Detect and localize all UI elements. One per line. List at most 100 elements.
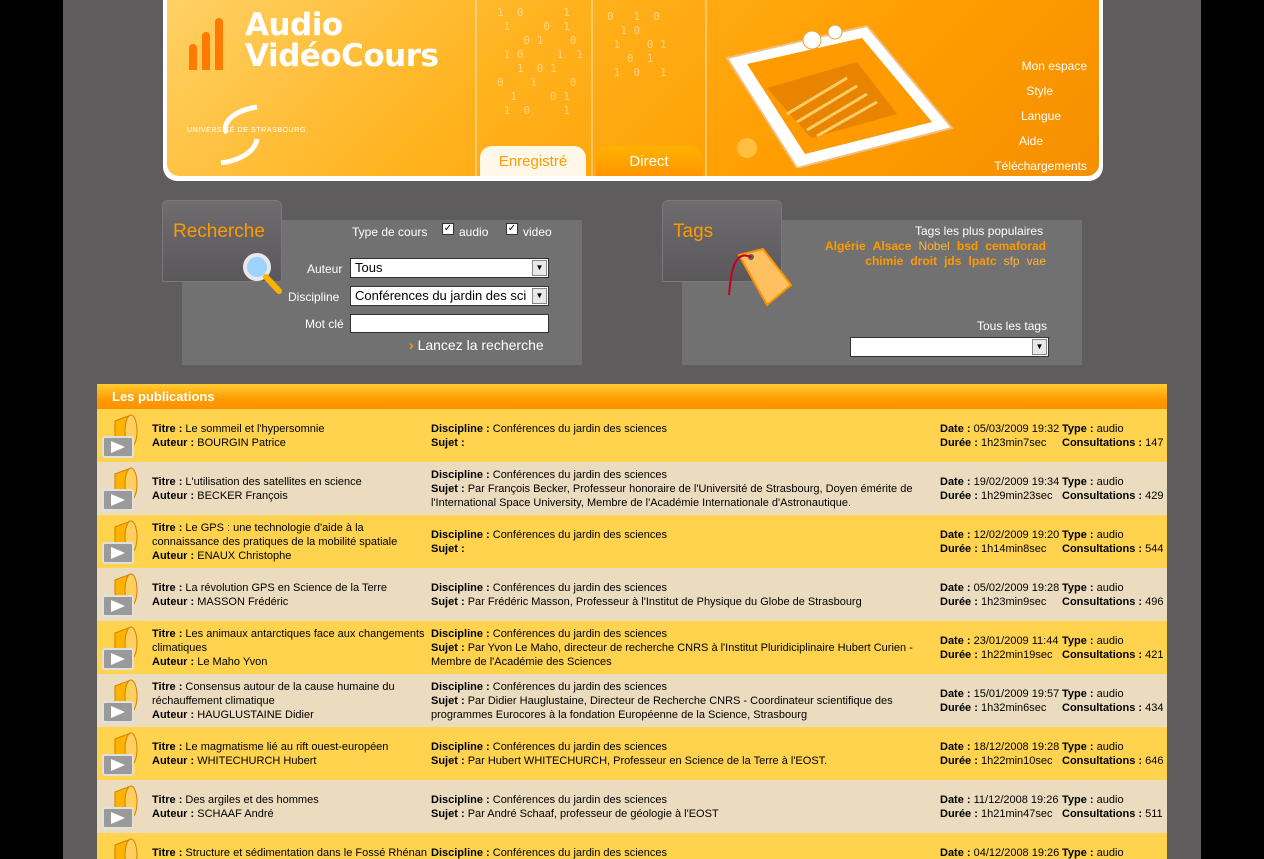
date-label: Date : (940, 687, 971, 700)
video-checkbox[interactable]: ✓ (506, 223, 518, 235)
titre-label: Titre : (152, 581, 183, 594)
publication-type: audio (1096, 581, 1124, 594)
publication-title[interactable]: Structure et sédimentation dans le Fossé… (185, 847, 427, 859)
tag-chimie[interactable]: chimie (865, 254, 903, 268)
publication-views: 147 (1145, 436, 1164, 449)
audio-label: audio (459, 225, 489, 239)
publication-title[interactable]: Le sommeil et l'hypersomnie (185, 423, 324, 435)
publication-row[interactable]: Titre : Le GPS : une technologie d'aide … (97, 515, 1167, 568)
author-select[interactable]: Tous ▼ (350, 258, 549, 278)
all-tags-select[interactable]: ▼ (850, 337, 1049, 357)
date-label: Date : (940, 740, 971, 753)
auteur-label: Auteur : (152, 754, 195, 767)
tag-lpatc[interactable]: lpatc (968, 254, 996, 268)
publication-title[interactable]: Des argiles et des hommes (185, 794, 318, 806)
duree-label: Durée : (940, 807, 978, 820)
keyword-input[interactable] (350, 314, 549, 333)
duree-label: Durée : (940, 648, 978, 661)
publication-duration: 1h22min19sec (980, 648, 1053, 661)
publication-type: audio (1096, 846, 1124, 859)
consultations-label: Consultations : (1062, 542, 1143, 555)
discipline-label: Discipline : (431, 528, 490, 541)
publication-row[interactable]: Titre : Consensus autour de la cause hum… (97, 674, 1167, 727)
publication-author: ENAUX Christophe (197, 549, 292, 562)
sujet-label: Sujet : (431, 641, 465, 654)
titre-label: Titre : (152, 475, 183, 488)
publication-title[interactable]: Le magmatisme lié au rift ouest-européen (185, 741, 388, 753)
tab-direct[interactable]: Direct (596, 146, 702, 176)
consultations-label: Consultations : (1062, 754, 1143, 767)
consultations-label: Consultations : (1062, 807, 1143, 820)
publication-title[interactable]: Les animaux antarctiques face aux change… (152, 628, 425, 654)
type-label: Type : (1062, 793, 1094, 806)
speaker-play-icon (102, 573, 138, 617)
publication-title-cell: Titre : Les animaux antarctiques face au… (152, 621, 427, 674)
logo-title[interactable]: Audio VidéoCours (245, 10, 439, 72)
tag-cemaforad[interactable]: cemaforad (985, 239, 1046, 253)
publication-date: 18/12/2008 19:28 (973, 740, 1060, 753)
publication-row[interactable]: Titre : Le magmatisme lié au rift ouest-… (97, 727, 1167, 780)
launch-search-link[interactable]: › Lancez la recherche (409, 337, 544, 353)
tag-vae[interactable]: vae (1027, 254, 1046, 268)
publication-row[interactable]: Titre : La révolution GPS en Science de … (97, 568, 1167, 621)
sujet-label: Sujet : (431, 542, 465, 555)
tag-bsd[interactable]: bsd (957, 239, 978, 253)
tag-alsace[interactable]: Alsace (873, 239, 912, 253)
publications-section: Les publications Titre : Le sommeil et l… (97, 384, 1167, 859)
duree-label: Durée : (940, 489, 978, 502)
publication-title[interactable]: L'utilisation des satellites en science (185, 476, 361, 488)
publication-title[interactable]: Le GPS : une technologie d'aide à la con… (152, 522, 397, 548)
header-background: 1 0 1 1 0 1 0 1 0 1 0 1 1 1 0 1 0 1 0 1 … (167, 0, 1099, 176)
duree-label: Durée : (940, 701, 978, 714)
publication-row[interactable]: Titre : Le sommeil et l'hypersomnie Aute… (97, 409, 1167, 462)
speaker-play-icon (114, 838, 138, 859)
keyword-label: Mot clé (305, 317, 344, 331)
nav-aide[interactable]: Aide (994, 129, 1043, 154)
publication-discipline: Conférences du jardin des sciences (492, 740, 668, 753)
publication-title[interactable]: La révolution GPS en Science de la Terre (185, 582, 387, 594)
tag-droit[interactable]: droit (910, 254, 937, 268)
tag-algerie[interactable]: Algérie (825, 239, 866, 253)
publication-author: MASSON Frédéric (197, 595, 289, 608)
consultations-label: Consultations : (1062, 489, 1143, 502)
publication-discipline-cell: Discipline : Conférences du jardin des s… (431, 727, 926, 780)
publication-title-cell: Titre : L'utilisation des satellites en … (152, 462, 427, 515)
type-label: Type : (1062, 634, 1094, 647)
titre-label: Titre : (152, 793, 183, 806)
publication-discipline-cell: Discipline : Conférences du jardin des s… (431, 568, 926, 621)
sujet-label: Sujet : (431, 482, 465, 495)
publication-row[interactable]: Titre : Des argiles et des hommes Auteur… (97, 780, 1167, 833)
tab-enregistre[interactable]: Enregistré (480, 146, 586, 176)
publication-date: 04/12/2008 19:26 (973, 846, 1060, 859)
publication-title-cell: Titre : Le GPS : une technologie d'aide … (152, 515, 427, 568)
audio-checkbox[interactable]: ✓ (442, 223, 454, 235)
nav-langue[interactable]: Langue (994, 104, 1061, 129)
publication-row[interactable]: Titre : Les animaux antarctiques face au… (97, 621, 1167, 674)
nav-style[interactable]: Style (994, 79, 1053, 104)
publication-title[interactable]: Consensus autour de la cause humaine du … (152, 681, 395, 707)
publication-title-cell: Titre : La révolution GPS en Science de … (152, 568, 427, 621)
publication-type: audio (1096, 687, 1124, 700)
publication-date: 12/02/2009 19:20 (973, 528, 1060, 541)
publication-discipline: Conférences du jardin des sciences (492, 846, 668, 859)
nav-mon-espace[interactable]: Mon espace (994, 54, 1087, 79)
tag-nobel[interactable]: Nobel (918, 239, 949, 253)
tag-sfp[interactable]: sfp (1004, 254, 1020, 268)
publications-title: Les publications (97, 384, 1167, 409)
author-select-value: Tous (355, 260, 383, 275)
publication-meta-cell: Date : 05/02/2009 19:28 Type : audio Dur… (940, 568, 1167, 621)
publication-duration: 1h29min23sec (980, 489, 1053, 502)
nav-telechargements[interactable]: Téléchargements (994, 154, 1087, 176)
tags-panel-header: Tags (662, 200, 793, 307)
auteur-label: Auteur : (152, 436, 195, 449)
auteur-label: Auteur : (152, 807, 195, 820)
discipline-select[interactable]: Conférences du jardin des sci ▼ (350, 286, 549, 306)
publication-discipline-cell: Discipline : Conférences du jardin des s… (431, 462, 926, 515)
date-label: Date : (940, 422, 971, 435)
publication-row[interactable]: Titre : L'utilisation des satellites en … (97, 462, 1167, 515)
publication-row[interactable]: Titre : Structure et sédimentation dans … (97, 833, 1167, 859)
date-label: Date : (940, 634, 971, 647)
publication-discipline-cell: Discipline : Conférences du jardin des s… (431, 833, 926, 859)
tag-jds[interactable]: jds (944, 254, 961, 268)
publication-author: BOURGIN Patrice (197, 436, 286, 449)
